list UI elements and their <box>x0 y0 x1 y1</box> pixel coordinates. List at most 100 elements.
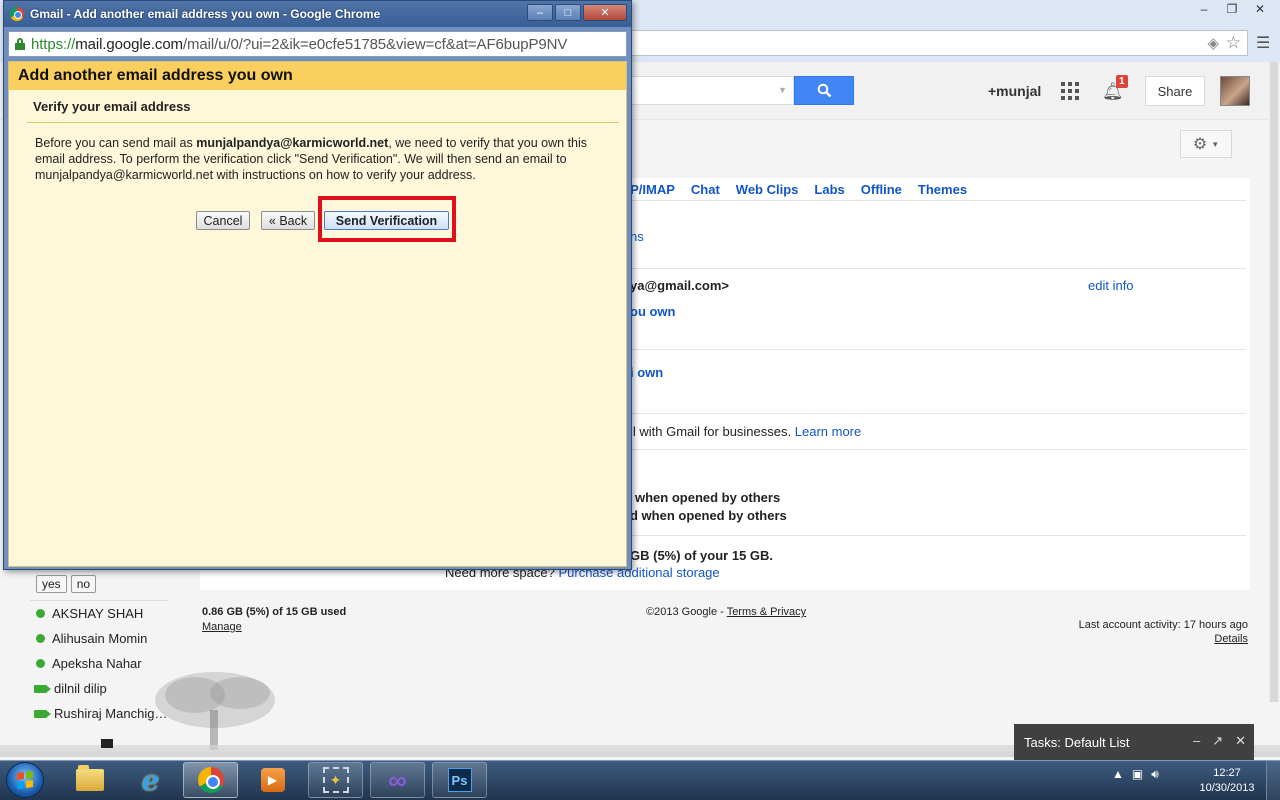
show-desktop-button[interactable] <box>1266 761 1280 800</box>
section-divider <box>27 122 619 123</box>
background-window-controls: – ❐ ✕ <box>1190 0 1274 18</box>
chevron-down-icon: ▼ <box>1211 139 1220 149</box>
video-status-icon <box>34 684 51 693</box>
bg-minimize-button[interactable]: – <box>1190 0 1218 18</box>
chrome-icon <box>10 7 24 21</box>
online-status-icon <box>36 609 45 618</box>
tasks-popout-icon[interactable]: ↗ <box>1212 733 1223 749</box>
tab-labs[interactable]: Labs <box>814 182 844 197</box>
read-receipt-option-1: when opened by others <box>635 490 781 505</box>
settings-divider <box>630 449 1246 450</box>
add-account-link[interactable]: i own <box>630 365 663 380</box>
add-address-link[interactable]: ou own <box>630 304 676 319</box>
online-status-icon <box>36 659 45 668</box>
tasks-close-icon[interactable]: ✕ <box>1235 733 1246 749</box>
scrollbar-thumb[interactable] <box>1270 62 1278 702</box>
chat-contact[interactable]: dilnil dilip <box>34 681 107 696</box>
popup-window-title: Gmail - Add another email address you ow… <box>30 7 381 21</box>
url-text: https://mail.google.com/mail/u/0/?ui=2&i… <box>31 36 567 53</box>
search-input[interactable]: ▼ <box>620 76 794 105</box>
chat-contact[interactable]: Apeksha Nahar <box>34 656 142 671</box>
tab-chat[interactable]: Chat <box>691 182 720 197</box>
contact-name: Alihusain Momin <box>52 631 148 646</box>
storage-summary: GB (5%) of your 15 GB. <box>630 548 774 563</box>
chat-contact[interactable]: Alihusain Momin <box>34 631 147 646</box>
page-scrollbar[interactable] <box>1268 62 1280 702</box>
settings-divider <box>630 413 1246 414</box>
taskbar-clock[interactable]: 12:27 10/30/2013 <box>1196 766 1258 796</box>
taskbar-photoshop[interactable]: Ps <box>432 762 487 798</box>
apps-grid-icon[interactable] <box>1061 82 1079 100</box>
windows-logo-icon <box>17 771 33 789</box>
popup-close-button[interactable]: ✕ <box>583 4 627 21</box>
contact-name: AKSHAY SHAH <box>52 606 144 621</box>
popup-content: Add another email address you own Verify… <box>8 61 627 567</box>
background-omnibox[interactable]: ◈ ☆ <box>620 30 1248 56</box>
no-button[interactable]: no <box>70 575 97 593</box>
taskbar-infinity-app[interactable]: ∞ <box>370 762 425 798</box>
tasks-panel[interactable]: Tasks: Default List – ↗ ✕ <box>1014 724 1254 760</box>
verification-instructions: Before you can send mail as munjalpandya… <box>35 135 609 183</box>
lock-icon <box>15 38 25 50</box>
instructions-prefix: Before you can send mail as <box>35 136 197 150</box>
chat-invite-response: yes no <box>36 575 97 593</box>
popup-titlebar[interactable]: Gmail - Add another email address you ow… <box>4 1 631 27</box>
tasks-minimize-icon[interactable]: – <box>1193 733 1200 749</box>
storage-usage: 0.86 GB (5%) of 15 GB used <box>202 606 347 618</box>
volume-icon[interactable]: 🔊︎ <box>1151 767 1159 782</box>
chat-contact[interactable]: AKSHAY SHAH <box>34 606 143 621</box>
taskbar-internet-explorer[interactable]: e <box>123 762 178 798</box>
last-activity: Last account activity: 17 hours ago <box>1078 619 1248 631</box>
star-icon[interactable]: ☆ <box>1226 33 1241 53</box>
avatar[interactable] <box>1220 76 1250 106</box>
copyright-text: ©2013 Google - <box>646 606 727 618</box>
taskbar-chrome[interactable] <box>183 762 238 798</box>
edit-info-link[interactable]: edit info <box>1088 278 1134 293</box>
gear-icon: ⚙ <box>1192 136 1208 153</box>
network-icon[interactable]: ▣ <box>1132 767 1143 782</box>
search-button[interactable] <box>794 76 854 105</box>
menu-icon[interactable]: ☰ <box>1256 33 1270 53</box>
taskbar-media-player[interactable]: ▶ <box>245 762 300 798</box>
popup-minimize-button[interactable]: – <box>527 4 553 21</box>
terms-privacy-link[interactable]: Terms & Privacy <box>727 606 806 618</box>
start-button[interactable] <box>6 762 44 798</box>
gesture-icon[interactable]: ◈ <box>1207 34 1219 52</box>
settings-gear-button[interactable]: ⚙ ▼ <box>1180 130 1232 158</box>
show-hidden-icons-icon[interactable]: ▲ <box>1112 767 1124 782</box>
taskbar-tools[interactable]: ✦ <box>308 762 363 798</box>
google-plus-profile-link[interactable]: +munjal <box>988 83 1041 99</box>
tab-themes[interactable]: Themes <box>918 182 967 197</box>
folder-icon <box>75 765 104 791</box>
send-verification-button[interactable]: Send Verification <box>324 211 449 230</box>
manage-storage-link[interactable]: Manage <box>202 621 242 633</box>
chrome-icon <box>197 767 224 793</box>
settings-link-fragment[interactable]: ns <box>630 229 644 244</box>
tab-offline[interactable]: Offline <box>861 182 902 197</box>
share-button[interactable]: Share <box>1145 76 1205 106</box>
bg-restore-button[interactable]: ❐ <box>1218 0 1246 18</box>
learn-more-link[interactable]: Learn more <box>795 424 861 439</box>
settings-divider <box>630 268 1246 269</box>
taskbar-explorer[interactable] <box>62 762 117 798</box>
tab-web-clips[interactable]: Web Clips <box>736 182 799 197</box>
settings-divider <box>630 349 1246 350</box>
yes-button[interactable]: yes <box>36 575 67 593</box>
popup-maximize-button[interactable]: □ <box>555 4 581 21</box>
activity-details-link[interactable]: Details <box>1214 633 1248 645</box>
popup-url-bar[interactable]: https://mail.google.com/mail/u/0/?ui=2&i… <box>8 31 627 57</box>
chat-contact[interactable]: Rushiraj Manchig… <box>34 706 167 721</box>
video-status-icon <box>34 709 51 718</box>
url-host: mail.google.com <box>75 35 183 53</box>
search-options-icon[interactable]: ▼ <box>778 85 787 95</box>
business-text: il with Gmail for businesses. Learn more <box>630 424 861 439</box>
media-player-icon: ▶ <box>260 768 285 792</box>
back-button[interactable]: « Back <box>261 211 315 230</box>
cancel-button[interactable]: Cancel <box>196 211 250 230</box>
section-title: Verify your email address <box>33 99 191 114</box>
chat-bubble-icon[interactable] <box>101 739 113 748</box>
email-address: munjalpandya@karmicworld.net <box>196 136 389 150</box>
theme-tree-decoration <box>155 672 275 750</box>
bg-close-button[interactable]: ✕ <box>1246 0 1274 18</box>
chat-divider <box>30 600 168 601</box>
